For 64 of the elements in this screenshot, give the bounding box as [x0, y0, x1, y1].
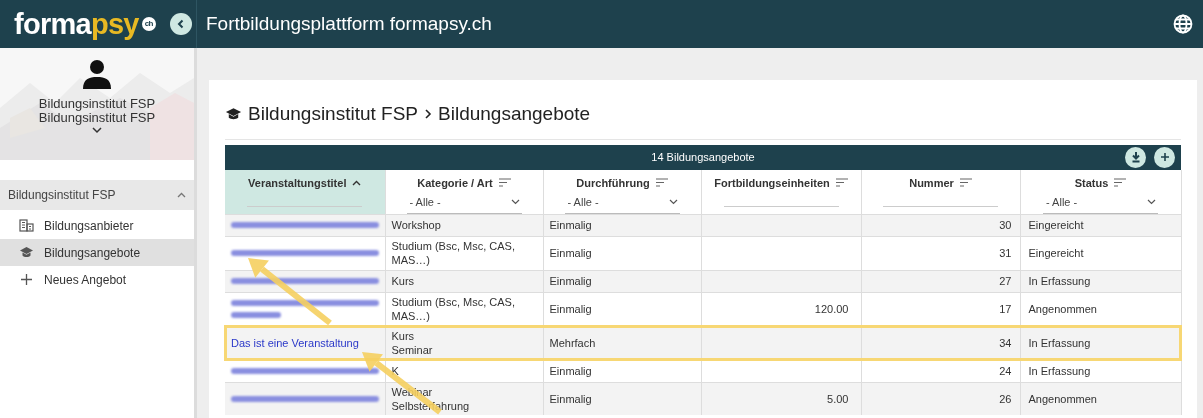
- sort-icon[interactable]: [1114, 178, 1127, 188]
- blurred-text[interactable]: [231, 219, 379, 231]
- sort-icon[interactable]: [959, 178, 972, 188]
- filter-dropdown[interactable]: - Alle -: [564, 194, 680, 214]
- filter-field[interactable]: [883, 203, 998, 207]
- table-cell: Angenommen: [1020, 382, 1181, 415]
- column-title: Fortbildungseinheiten: [714, 175, 830, 191]
- blurred-text[interactable]: [231, 247, 379, 259]
- profile-name: Bildungsinstitut FSP: [38, 97, 156, 111]
- column-title: Durchführung: [576, 175, 650, 191]
- sort-icon[interactable]: [835, 178, 848, 188]
- breadcrumb-item: Bildungsangebote: [438, 102, 591, 126]
- user-icon: [81, 58, 113, 90]
- logo: formapsy ch: [14, 9, 156, 39]
- plus-icon: [1159, 152, 1170, 162]
- chevron-down-icon: [668, 199, 678, 206]
- table-cell: 34: [861, 326, 1020, 360]
- column-title: Status: [1074, 175, 1109, 191]
- nav-group-label: Bildungsinstitut FSP: [8, 187, 116, 204]
- column-header[interactable]: Fortbildungseinheiten: [701, 169, 861, 214]
- column-header[interactable]: Veranstaltungstitel: [225, 169, 385, 214]
- chevron-down-icon: [1147, 199, 1156, 206]
- app-title: Fortbildungsplattform formapsy.ch: [205, 11, 493, 36]
- filter-dropdown[interactable]: - Alle -: [406, 194, 522, 214]
- column-header[interactable]: Nummer: [861, 169, 1020, 214]
- column-title: Veranstaltungstitel: [248, 175, 347, 191]
- profile-name: Bildungsinstitut FSP: [38, 111, 156, 125]
- nav-group-header[interactable]: Bildungsinstitut FSP: [0, 180, 194, 210]
- table-caption: 14 Bildungsangebote: [651, 149, 755, 165]
- blurred-text[interactable]: [231, 365, 379, 377]
- chevron-down-icon: [510, 199, 520, 206]
- table-cell: 5.00: [701, 382, 861, 415]
- filter-field[interactable]: [723, 203, 839, 207]
- graduation-cap-icon: [19, 245, 34, 260]
- collapse-button[interactable]: [169, 13, 192, 35]
- download-button[interactable]: [1125, 146, 1146, 168]
- column-header[interactable]: Status - Alle -: [1020, 169, 1181, 214]
- building-icon: [19, 218, 34, 233]
- table-cell: Mehrfach: [543, 326, 701, 360]
- chevron-down-icon[interactable]: [92, 127, 102, 134]
- column-header[interactable]: Durchführung - Alle -: [543, 169, 701, 214]
- add-button[interactable]: [1154, 146, 1175, 168]
- blurred-text[interactable]: [231, 275, 379, 287]
- column-title: Nummer: [909, 175, 954, 191]
- breadcrumb-item[interactable]: Bildungsinstitut FSP: [248, 100, 419, 129]
- column-title: Kategorie / Art: [417, 175, 493, 191]
- table-cell: Einmalig: [543, 382, 701, 415]
- column-header[interactable]: Kategorie / Art - Alle -: [385, 169, 543, 214]
- filter-dropdown[interactable]: - Alle -: [1043, 194, 1158, 214]
- download-icon: [1130, 151, 1141, 163]
- sort-icon[interactable]: [655, 178, 668, 188]
- globe-icon[interactable]: [1173, 14, 1193, 34]
- sort-ascending-icon[interactable]: [352, 179, 362, 186]
- graduation-cap-icon: [225, 107, 242, 122]
- plus-icon: [19, 272, 34, 287]
- blurred-text[interactable]: [231, 297, 379, 321]
- sort-icon[interactable]: [498, 178, 511, 188]
- table-cell: In Erfassung: [1020, 326, 1181, 360]
- table-cell: 26: [861, 382, 1020, 415]
- chevron-right-icon: [424, 108, 433, 121]
- nav-item[interactable]: Bildungsangebote: [0, 239, 194, 266]
- chevron-left-icon: [175, 19, 186, 29]
- table-cell: Kurs Seminar: [385, 326, 543, 360]
- title-link[interactable]: Das ist eine Veranstaltung: [231, 337, 359, 349]
